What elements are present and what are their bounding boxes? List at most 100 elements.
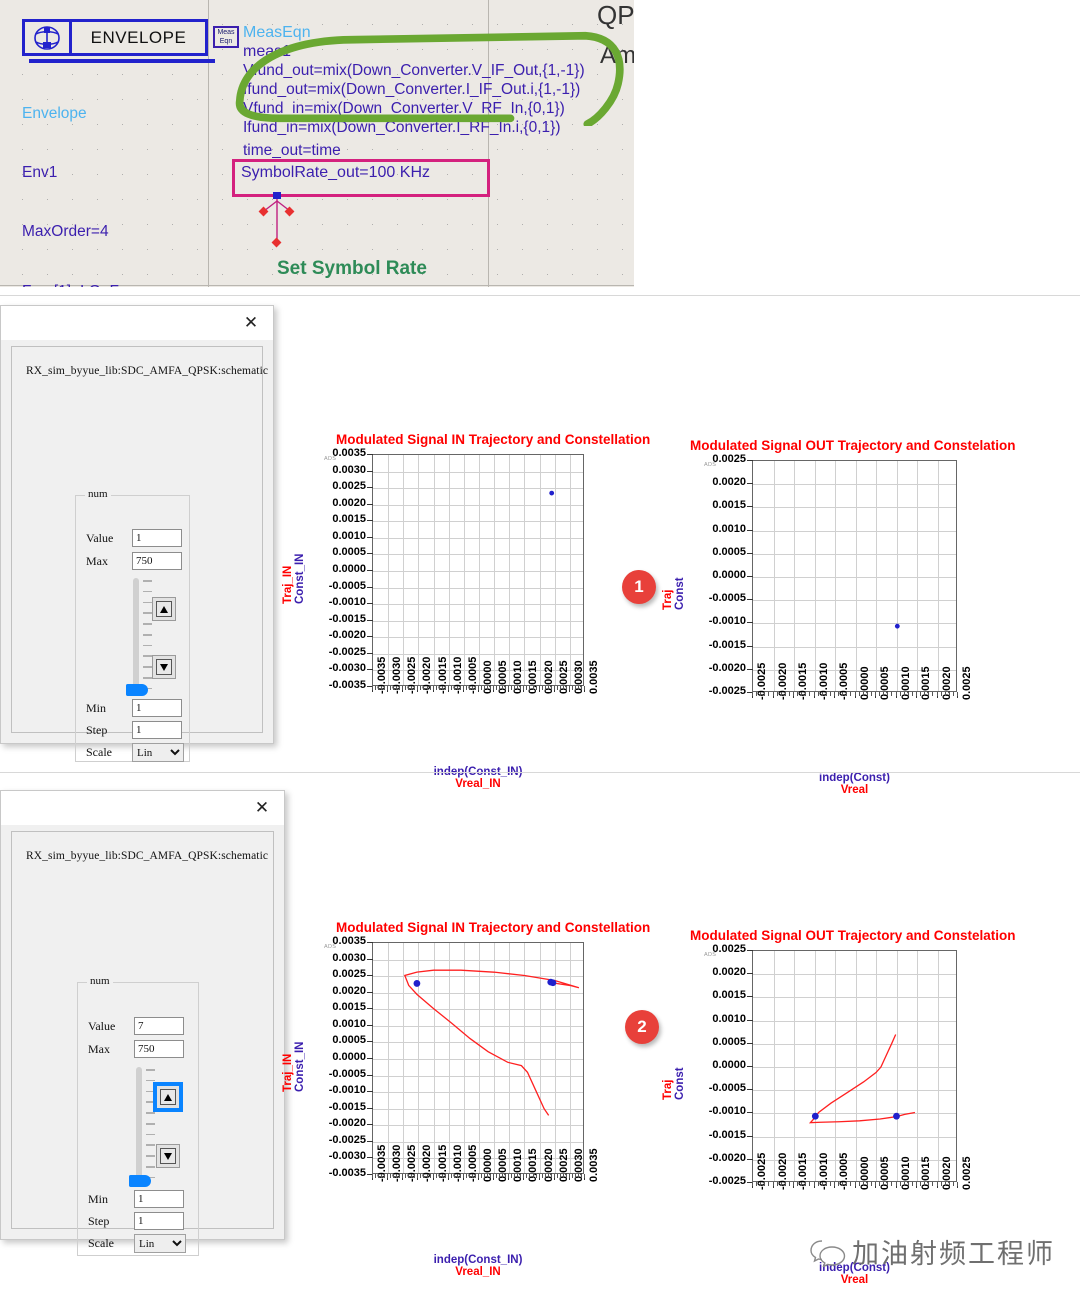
xtick-minor <box>866 692 868 696</box>
dialog1-scale-select[interactable]: Lin Log <box>132 743 184 762</box>
xtick-minor <box>756 1182 758 1186</box>
xtick-minor <box>887 1182 889 1186</box>
schematic-canvas[interactable]: ENVELOPE Envelope Env1 MaxOrder=4 Freq[1… <box>0 0 634 287</box>
meas-eqn-name: meas1 <box>243 43 292 60</box>
xtick-minor <box>784 1182 786 1186</box>
xtick-minor <box>553 1174 555 1178</box>
chart-modulated-signal-in-2[interactable]: Modulated Signal IN Trajectory and Const… <box>282 920 650 1278</box>
section-separator-2 <box>0 772 1080 773</box>
dialog2-spin-down-button[interactable] <box>156 1144 180 1168</box>
chart-in-1-ytick: 0.0025 <box>332 480 366 493</box>
chart-modulated-signal-in-1[interactable]: Modulated Signal IN Trajectory and Const… <box>282 432 650 790</box>
dialog1-min-input[interactable] <box>132 699 182 717</box>
chart-out-1-plot-area[interactable] <box>752 460 957 692</box>
xtick-minor <box>547 1174 549 1178</box>
chart-in-2-ytick: -0.0025 <box>328 1133 366 1146</box>
xtick-minor <box>402 686 404 690</box>
dialog1-spin-down-button[interactable] <box>152 655 176 679</box>
xtick-minor <box>903 1182 905 1186</box>
ytick-mark <box>367 619 373 621</box>
xtick-minor <box>846 692 848 696</box>
xtick-minor <box>580 686 582 690</box>
set-symbol-rate-annotation: Set Symbol Rate <box>277 258 427 279</box>
chart-modulated-signal-out-1[interactable]: Modulated Signal OUT Trajectory and Cons… <box>662 438 1016 796</box>
close-icon[interactable]: ✕ <box>246 796 278 820</box>
dialog1-spin-up-button[interactable] <box>152 597 176 621</box>
xtick-minor <box>417 1174 419 1178</box>
xtick-minor <box>813 1182 815 1186</box>
xtick-minor <box>911 1182 913 1186</box>
xtick-minor <box>456 686 458 690</box>
dialog1-scale-label: Scale <box>86 745 112 759</box>
chart-out-2-ytick: 0.0015 <box>712 989 746 1002</box>
xtick-minor <box>571 686 573 690</box>
xtick-minor <box>508 686 510 690</box>
xtick-minor <box>381 686 383 690</box>
dialog1-max-input[interactable] <box>132 552 182 570</box>
dialog1-step-input[interactable] <box>132 721 182 739</box>
xtick-minor <box>541 1174 543 1178</box>
dialog2-titlebar[interactable]: ✕ <box>1 791 284 825</box>
chart-out-2-xtick: 0.0025 <box>961 1156 973 1190</box>
chart-out-2-ytick: 0.0000 <box>712 1059 746 1071</box>
variable-tuner-dialog-1[interactable]: ✕ RX_sim_byyue_lib:SDC_AMFA_QPSK:schemat… <box>0 305 274 762</box>
chart-in-2-plot-area[interactable] <box>372 942 584 1174</box>
chart-out-2-ytick: 0.0005 <box>712 1035 746 1048</box>
xtick-minor <box>879 1182 881 1186</box>
xtick-minor <box>846 1182 848 1186</box>
dialog2-step-input[interactable] <box>134 1212 184 1230</box>
xtick-minor <box>944 692 946 696</box>
ylabel-const: Const_IN <box>294 553 306 604</box>
xtick-minor <box>505 686 507 690</box>
dialog1-titlebar[interactable]: ✕ <box>1 306 273 340</box>
close-icon[interactable]: ✕ <box>235 311 267 335</box>
ytick-mark <box>747 645 753 647</box>
dialog2-max-input[interactable] <box>134 1040 184 1058</box>
dialog1-slider-thumb[interactable] <box>126 684 148 696</box>
dialog1-slider-track[interactable] <box>133 578 139 693</box>
dialog2-slider-thumb[interactable] <box>129 1175 151 1187</box>
xtick-minor <box>390 686 392 690</box>
chart-in-2-ytick: -0.0005 <box>328 1067 366 1080</box>
schematic-divider-v1 <box>208 0 209 287</box>
xtick-minor <box>870 1182 872 1186</box>
dialog2-scale-select[interactable]: Lin Log <box>134 1234 186 1253</box>
xtick-minor <box>399 686 401 690</box>
ytick-mark <box>367 975 373 977</box>
xtick-minor <box>903 692 905 696</box>
xtick-minor <box>911 692 913 696</box>
xtick-minor <box>858 1182 860 1186</box>
chart-modulated-signal-out-2[interactable]: Modulated Signal OUT Trajectory and Cons… <box>662 928 1016 1286</box>
chart-out-2-plot-area[interactable] <box>752 950 957 1182</box>
xtick-minor <box>393 1174 395 1178</box>
dialog1-slider-ticks <box>143 580 152 699</box>
xtick-minor <box>438 1174 440 1178</box>
constellation-point <box>811 1112 819 1120</box>
dialog2-spin-up-button[interactable] <box>153 1082 183 1112</box>
xtick-minor <box>496 1174 498 1178</box>
dialog1-value-input[interactable] <box>132 529 182 547</box>
chart-in-1-ytick: -0.0015 <box>328 612 366 625</box>
chart-out-1-data-layer <box>894 623 900 629</box>
chart-out-1-xtick: 0.0020 <box>940 666 953 700</box>
xtick-minor <box>817 692 819 696</box>
chart-out-2-title: Modulated Signal OUT Trajectory and Cons… <box>690 928 1016 943</box>
dialog2-min-input[interactable] <box>134 1190 184 1208</box>
chart-out-2-xtick: 0.0015 <box>920 1156 932 1190</box>
envelope-block[interactable]: ENVELOPE <box>22 19 215 63</box>
xtick-minor <box>523 1174 525 1178</box>
xtick-minor <box>544 1174 546 1178</box>
dialog2-slider-track[interactable] <box>136 1067 142 1185</box>
xtick-minor <box>879 692 881 696</box>
xtick-minor <box>574 686 576 690</box>
chart-out-1-ytick: 0.0010 <box>712 522 746 535</box>
chart-out-1-ytick: 0.0020 <box>712 476 746 489</box>
xlabel-indep: indep(Const) <box>819 772 890 784</box>
ytick-mark <box>367 1058 373 1059</box>
chart-in-1-plot-area[interactable] <box>372 454 584 686</box>
meas-equation-4: time_out=time <box>243 142 341 159</box>
dialog2-value-input[interactable] <box>134 1017 184 1035</box>
variable-tuner-dialog-2[interactable]: ✕ RX_sim_byyue_lib:SDC_AMFA_QPSK:schemat… <box>0 790 285 1256</box>
xtick-minor <box>532 1174 534 1178</box>
xtick-minor <box>393 686 395 690</box>
